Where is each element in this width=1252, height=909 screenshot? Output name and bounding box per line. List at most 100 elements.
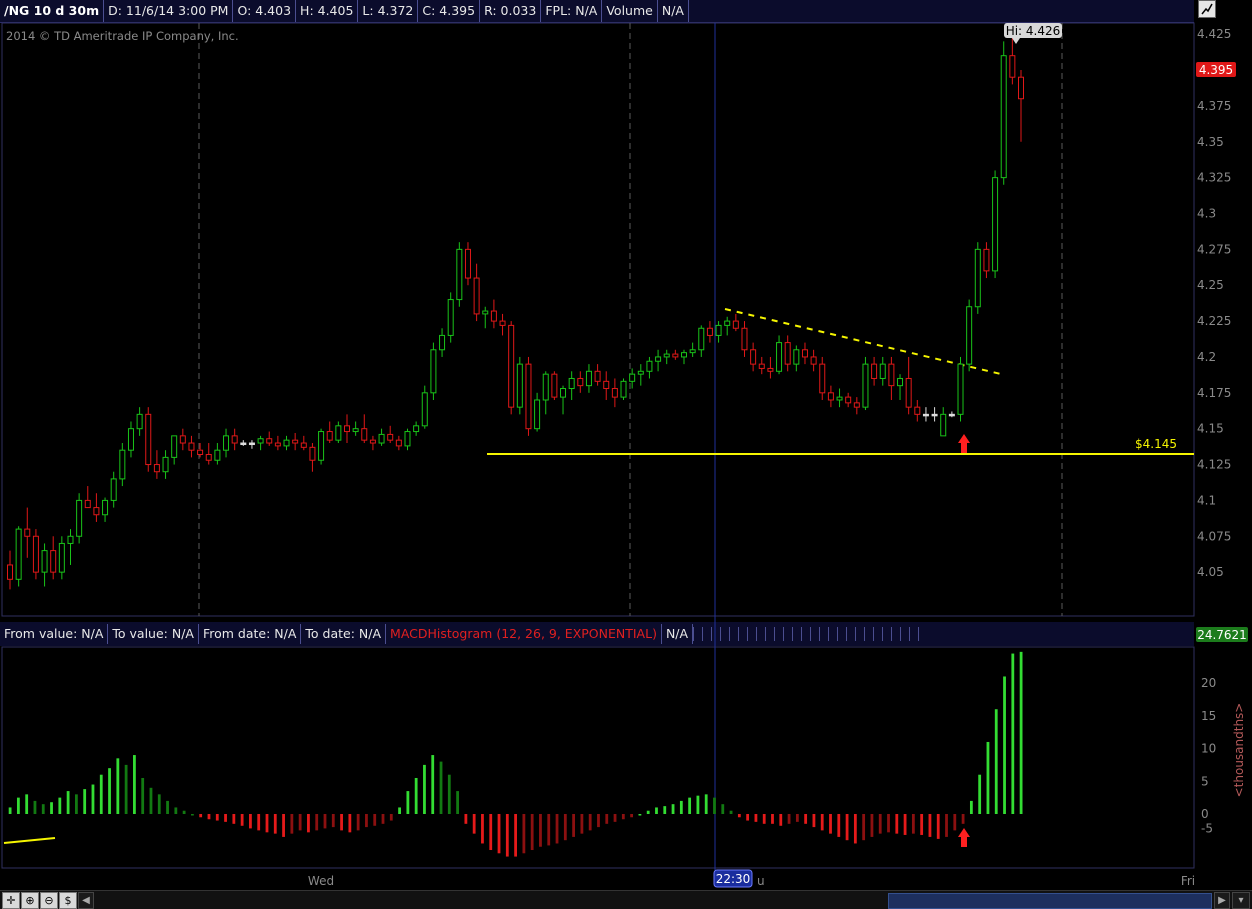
candle-body [672, 353, 679, 358]
candle-body [525, 363, 532, 430]
histogram-bar [489, 814, 493, 851]
candle-body [58, 542, 65, 573]
candle-body [136, 413, 143, 430]
time-scale-button[interactable]: ▾ [1232, 892, 1250, 909]
histogram-bar [307, 814, 310, 833]
macd-histogram-series [8, 651, 1023, 857]
last-price-text: 4.395 [1199, 63, 1233, 77]
histogram-bar [837, 814, 841, 837]
candle-body [983, 248, 990, 272]
study-tick-label: 15 [1201, 709, 1216, 723]
candle-body [67, 535, 74, 544]
candle-body [689, 349, 696, 354]
histogram-bar [331, 814, 335, 828]
candle-body [698, 327, 705, 351]
study-tick-label: 0 [1201, 807, 1209, 821]
candle-body [248, 442, 255, 446]
candle-body [715, 324, 722, 336]
histogram-bar [646, 810, 650, 814]
study-drawing-line [3, 837, 56, 844]
histogram-bar [1003, 676, 1006, 814]
candle-body [499, 320, 506, 326]
histogram-bar [149, 787, 153, 814]
candle-body [119, 449, 126, 480]
candle-body [966, 306, 973, 365]
candle-body [300, 442, 307, 448]
histogram-bar [282, 814, 285, 837]
histogram-bar [41, 804, 45, 814]
candle-body [940, 413, 947, 437]
candle-body [292, 439, 299, 444]
candle-body [879, 363, 886, 379]
copyright-text: 2014 © TD Ameritrade IP Company, Inc. [6, 29, 239, 43]
candle-body [421, 392, 428, 427]
histogram-bar [887, 814, 890, 833]
candle-body [706, 327, 713, 336]
candle-body [516, 363, 523, 408]
histogram-bar [423, 764, 426, 814]
candle-body [162, 456, 169, 473]
candle-body [534, 399, 541, 430]
zoom-in-button[interactable]: ⊕ [21, 892, 39, 909]
histogram-bar [116, 758, 120, 814]
candle-body [274, 442, 281, 447]
candle-body [464, 248, 471, 279]
histogram-bar [74, 794, 78, 814]
candle-body [585, 370, 592, 387]
study-tick-label: 10 [1201, 742, 1216, 756]
candle-body [862, 363, 869, 408]
price-chart[interactable]: 4.4254.44.3754.354.3254.34.2754.254.2254… [0, 0, 1252, 890]
right-triangle-icon: ▶ [1218, 895, 1226, 906]
histogram-bar [166, 800, 169, 814]
candle-body [724, 320, 731, 326]
histogram-bar [953, 814, 957, 831]
price-scale-button[interactable]: $ [59, 892, 77, 909]
histogram-bar [936, 814, 940, 839]
study-tick-label: 5 [1201, 774, 1209, 788]
candle-body [240, 442, 247, 446]
macd-value-badge: 24.7621 [1196, 627, 1248, 642]
candle-body [922, 413, 929, 417]
study-tick-label: -5 [1201, 822, 1213, 836]
zoom-in-icon: ⊕ [25, 894, 35, 907]
histogram-bar [290, 814, 294, 834]
histogram-bar [273, 814, 277, 834]
candle-body [214, 449, 221, 461]
candle-body [283, 439, 290, 447]
histogram-bar [365, 814, 368, 828]
histogram-bar [224, 814, 227, 822]
bottom-toolbar: ✛ ⊕ ⊖ $ ◀ ▶ ▾ [0, 890, 1252, 909]
candle-body [827, 392, 834, 401]
pan-tool-button[interactable]: ✛ [2, 892, 20, 909]
candle-body [871, 363, 878, 379]
candle-body [551, 373, 558, 398]
candle-body [750, 349, 757, 365]
histogram-bar [721, 804, 725, 814]
histogram-bar [199, 814, 203, 818]
histogram-bar [729, 810, 733, 814]
time-scrollbar-thumb[interactable] [888, 893, 1212, 909]
histogram-bar [191, 814, 194, 816]
zoom-out-button[interactable]: ⊖ [40, 892, 58, 909]
candle-body [197, 449, 204, 456]
candle-body [318, 431, 325, 461]
histogram-bar [787, 814, 791, 824]
candle-body [914, 406, 921, 415]
time-label-fri: Fri [1181, 874, 1195, 888]
histogram-bar [464, 814, 468, 824]
candle-body [395, 439, 402, 447]
histogram-bar [613, 814, 617, 822]
candle-body [439, 334, 446, 351]
histogram-bar [431, 755, 435, 814]
histogram-bar [986, 741, 990, 814]
histogram-bar [804, 814, 808, 824]
candle-body [369, 439, 376, 444]
histogram-bar [969, 800, 973, 814]
histogram-bar [663, 806, 667, 814]
scroll-left-button[interactable]: ◀ [78, 892, 94, 909]
histogram-bar [215, 814, 219, 821]
scroll-right-button[interactable]: ▶ [1214, 892, 1230, 909]
histogram-bar [746, 814, 750, 821]
histogram-bar [447, 774, 451, 814]
histogram-bar [605, 814, 609, 824]
